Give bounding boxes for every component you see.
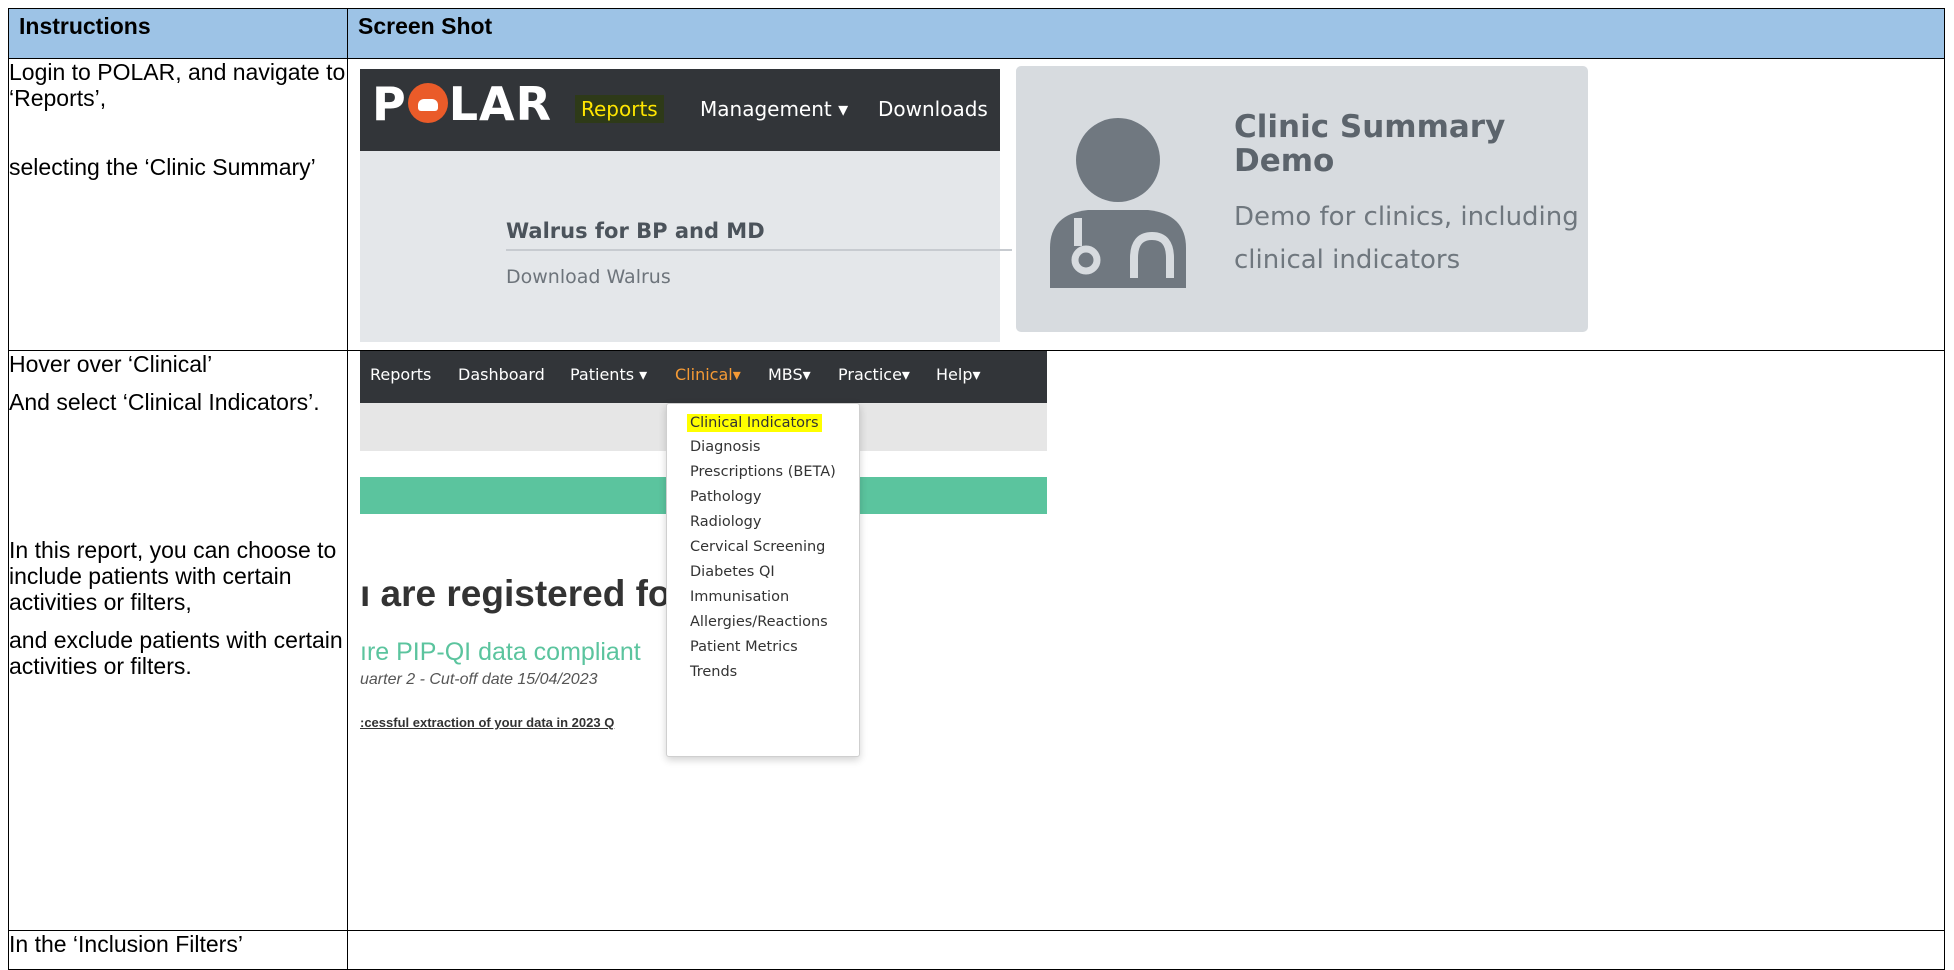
dropdown-item-cervical-screening[interactable]: Cervical Screening xyxy=(690,539,825,555)
card-title: Clinic Summary Demo xyxy=(1234,109,1506,179)
dropdown-item-prescriptions[interactable]: Prescriptions (BETA) xyxy=(690,464,836,480)
dropdown-item-diabetes-qi[interactable]: Diabetes QI xyxy=(690,564,775,580)
dropdown-item-patient-metrics[interactable]: Patient Metrics xyxy=(690,639,798,655)
instruction-text: Hover over ‘Clinical’ xyxy=(9,351,213,377)
divider xyxy=(506,249,1012,251)
header-instructions: Instructions xyxy=(8,8,348,59)
instruction-text: Login to POLAR, and navigate to ‘Reports… xyxy=(9,59,346,111)
nav-downloads-link[interactable]: Downloads xyxy=(878,97,988,121)
screenshot-cell: Reports Dashboard Patients ▾ Clinical▾ M… xyxy=(347,350,1945,931)
instruction-cell: Hover over ‘Clinical’ And select ‘Clinic… xyxy=(8,350,348,931)
nav-mbs-menu[interactable]: MBS▾ xyxy=(768,365,811,384)
walrus-title: Walrus for BP and MD xyxy=(506,219,765,243)
registration-heading: ı are registered for xyxy=(360,573,685,614)
clinic-summary-card[interactable]: Clinic Summary Demo Demo for clinics, in… xyxy=(1016,66,1588,332)
polar-content-area: Walrus for BP and MD Download Walrus xyxy=(360,151,1012,342)
dropdown-item-pathology[interactable]: Pathology xyxy=(690,489,761,505)
dropdown-item-diagnosis[interactable]: Diagnosis xyxy=(690,439,760,455)
nav-help-menu[interactable]: Help▾ xyxy=(936,365,981,384)
quarter-text: uarter 2 - Cut-off date 15/04/2023 xyxy=(360,671,598,688)
screenshot-cell xyxy=(347,930,1945,970)
nav-dashboard-link[interactable]: Dashboard xyxy=(458,365,545,384)
instruction-text: selecting the ‘Clinic Summary’ xyxy=(9,154,316,180)
nav-reports-link[interactable]: Reports xyxy=(575,95,664,123)
instruction-text: And select ‘Clinical Indicators’. xyxy=(9,389,320,415)
header-screenshot: Screen Shot xyxy=(347,8,1945,59)
extraction-link[interactable]: :cessful extraction of your data in 2023… xyxy=(360,715,690,730)
instruction-text: and exclude patients with certain activi… xyxy=(9,627,343,679)
step-row-inclusion: In the ‘Inclusion Filters’ xyxy=(8,930,1945,970)
compliance-subheading: ıre PIP-QI data compliant xyxy=(360,638,641,666)
screenshot-cell: P LAR Reports Management ▾ Downloads Walr… xyxy=(347,58,1945,351)
dropdown-item-allergies[interactable]: Allergies/Reactions xyxy=(690,614,828,630)
nav-clinical-menu[interactable]: Clinical▾ xyxy=(675,365,741,384)
download-walrus-link[interactable]: Download Walrus xyxy=(506,266,671,288)
dropdown-item-radiology[interactable]: Radiology xyxy=(690,514,761,530)
card-description: Demo for clinics, including clinical ind… xyxy=(1234,202,1579,275)
nav-patients-menu[interactable]: Patients ▾ xyxy=(570,365,647,384)
clinical-dropdown-menu: Clinical Indicators Diagnosis Prescripti… xyxy=(666,403,860,757)
instructions-table: Instructions Screen Shot Login to POLAR,… xyxy=(8,8,1945,970)
dropdown-item-clinical-indicators[interactable]: Clinical Indicators xyxy=(687,414,822,432)
report-navbar: Reports Dashboard Patients ▾ Clinical▾ M… xyxy=(360,351,1047,403)
polar-navbar: P LAR Reports Management ▾ Downloads xyxy=(360,69,1000,151)
bear-logo-icon xyxy=(407,83,448,123)
dropdown-item-immunisation[interactable]: Immunisation xyxy=(690,589,789,605)
header-row: Instructions Screen Shot xyxy=(8,8,1945,59)
instruction-text: In the ‘Inclusion Filters’ xyxy=(9,931,243,957)
polar-logo: P LAR xyxy=(372,77,553,131)
step-row-login: Login to POLAR, and navigate to ‘Reports… xyxy=(8,58,1945,351)
step-row-clinical: Hover over ‘Clinical’ And select ‘Clinic… xyxy=(8,350,1945,931)
dropdown-item-trends[interactable]: Trends xyxy=(690,664,737,680)
doctor-icon xyxy=(1050,118,1186,288)
nav-practice-menu[interactable]: Practice▾ xyxy=(838,365,910,384)
instruction-cell: In the ‘Inclusion Filters’ xyxy=(8,930,348,970)
nav-reports-link[interactable]: Reports xyxy=(370,365,431,384)
instruction-cell: Login to POLAR, and navigate to ‘Reports… xyxy=(8,58,348,351)
instruction-text: In this report, you can choose to includ… xyxy=(9,537,337,615)
nav-management-menu[interactable]: Management ▾ xyxy=(700,97,848,121)
